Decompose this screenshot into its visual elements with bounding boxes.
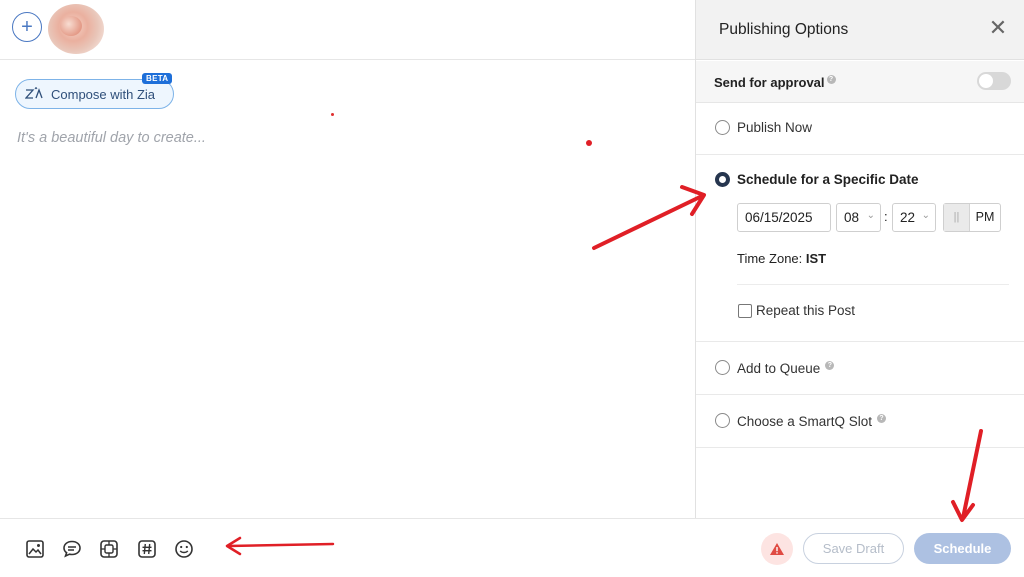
save-draft-button[interactable]: Save Draft bbox=[803, 533, 904, 564]
send-for-approval-text: Send for approval bbox=[714, 75, 825, 90]
help-icon[interactable]: ? bbox=[825, 361, 835, 370]
send-for-approval-row: Send for approval? bbox=[696, 61, 1024, 103]
beta-badge: BETA bbox=[142, 73, 173, 84]
radio-smartq-slot[interactable] bbox=[715, 413, 730, 428]
am-button[interactable]: || bbox=[944, 204, 970, 231]
timezone-label: Time Zone: bbox=[737, 251, 803, 266]
schedule-date-input[interactable]: 06/15/2025 bbox=[737, 203, 831, 232]
smartq-slot-text: Choose a SmartQ Slot bbox=[737, 414, 873, 429]
help-icon[interactable]: ? bbox=[877, 414, 887, 423]
send-for-approval-label: Send for approval? bbox=[714, 75, 836, 90]
minute-value: 22 bbox=[900, 210, 916, 225]
hashtag-icon[interactable] bbox=[136, 538, 158, 560]
annotation-dot bbox=[331, 113, 334, 116]
post-content-input[interactable]: It's a beautiful day to create... bbox=[17, 130, 206, 146]
panel-header: Publishing Options ✕ bbox=[696, 0, 1024, 60]
add-to-queue-text: Add to Queue bbox=[737, 361, 821, 376]
chevron-down-icon: ⌄ bbox=[921, 210, 930, 221]
timezone-value: IST bbox=[805, 251, 827, 266]
image-icon[interactable] bbox=[24, 538, 46, 560]
app-root: + Compose with Zia BETA It's a beautiful… bbox=[0, 0, 1024, 577]
timezone-text: Time Zone: IST bbox=[737, 251, 826, 266]
schedule-specific-label: Schedule for a Specific Date bbox=[737, 172, 919, 187]
publish-now-label: Publish Now bbox=[737, 120, 813, 135]
time-separator: : bbox=[884, 209, 888, 224]
repeat-post-label: Repeat this Post bbox=[756, 303, 856, 318]
add-to-queue-label: Add to Queue? bbox=[737, 361, 835, 376]
option-publish-now[interactable]: Publish Now bbox=[696, 103, 1024, 155]
divider bbox=[737, 284, 1009, 285]
chevron-down-icon: ⌄ bbox=[866, 210, 875, 221]
panel-title: Publishing Options bbox=[719, 21, 849, 38]
smartq-slot-label: Choose a SmartQ Slot? bbox=[737, 414, 887, 429]
media-library-icon[interactable] bbox=[98, 538, 120, 560]
minute-select[interactable]: 22 ⌄ bbox=[892, 203, 936, 232]
emoji-icon[interactable] bbox=[173, 538, 195, 560]
plus-icon: + bbox=[21, 16, 33, 38]
compose-with-zia-label: Compose with Zia bbox=[51, 86, 156, 102]
schedule-button[interactable]: Schedule bbox=[914, 533, 1011, 564]
send-for-approval-toggle[interactable] bbox=[977, 72, 1011, 90]
avatar[interactable] bbox=[48, 4, 104, 54]
radio-publish-now[interactable] bbox=[715, 120, 730, 135]
repeat-post-checkbox[interactable] bbox=[738, 304, 752, 318]
comment-icon[interactable] bbox=[61, 538, 83, 560]
composer-area: + Compose with Zia BETA It's a beautiful… bbox=[0, 0, 695, 577]
annotation-dot bbox=[586, 140, 592, 146]
radio-add-to-queue[interactable] bbox=[715, 360, 730, 375]
hour-select[interactable]: 08 ⌄ bbox=[836, 203, 881, 232]
help-icon[interactable]: ? bbox=[826, 75, 836, 84]
pm-button[interactable]: PM bbox=[970, 204, 1000, 231]
close-icon[interactable]: ✕ bbox=[988, 17, 1008, 39]
hour-value: 08 bbox=[844, 210, 860, 225]
warning-button[interactable] bbox=[761, 533, 793, 565]
warning-icon bbox=[770, 543, 784, 555]
zia-icon bbox=[25, 87, 43, 99]
composer-header: + bbox=[0, 0, 695, 60]
option-smartq-slot[interactable]: Choose a SmartQ Slot? bbox=[696, 395, 1024, 448]
am-pm-toggle: || PM bbox=[943, 203, 1001, 232]
option-add-to-queue[interactable]: Add to Queue? bbox=[696, 342, 1024, 395]
publishing-options-panel: Publishing Options ✕ Send for approval? … bbox=[695, 0, 1024, 518]
radio-schedule-specific[interactable] bbox=[715, 172, 730, 187]
add-account-button[interactable]: + bbox=[12, 12, 42, 42]
